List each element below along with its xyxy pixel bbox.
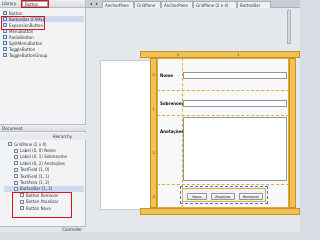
label-anotacoes: Anotações <box>160 129 184 134</box>
component-icon <box>3 35 7 39</box>
tab-gridpane[interactable]: GridPane <box>134 1 161 8</box>
grid-row-line <box>157 184 289 185</box>
buttonbar-icon <box>14 186 18 191</box>
row-index: 2 <box>152 151 155 155</box>
library-item[interactable]: ToggleButtonGroup <box>2 52 84 58</box>
anotacoes-textarea[interactable] <box>183 117 287 181</box>
component-icon <box>3 41 7 45</box>
column-guide-bottom[interactable] <box>140 208 300 215</box>
library-title: Library <box>2 1 16 6</box>
scene-builder-window: Library Button Button ButtonBar (FXML) E… <box>0 0 300 232</box>
row-guide-right[interactable] <box>289 58 296 208</box>
component-icon <box>3 47 7 51</box>
label-icon <box>14 161 18 166</box>
label-icon <box>14 154 18 159</box>
nav-forward-icon[interactable]: ▸ <box>94 1 100 7</box>
label-icon <box>14 148 18 153</box>
grid-row-line <box>157 90 289 91</box>
tab-buttonbar[interactable]: ButtonBar <box>237 1 271 8</box>
component-icon <box>3 53 7 57</box>
nome-textfield[interactable] <box>183 72 287 79</box>
tab-anchorpane-2[interactable]: AnchorPane <box>161 1 193 8</box>
controller-bar[interactable]: Controller <box>0 226 86 232</box>
row-index: 3 <box>152 195 155 199</box>
column-index: 1 <box>237 52 240 57</box>
column-guide-top[interactable]: 0 1 <box>140 51 300 58</box>
left-panel: Library Button Button ButtonBar (FXML) E… <box>0 0 86 232</box>
search-highlight-box <box>21 0 49 8</box>
row-index: 1 <box>152 107 155 111</box>
hierarchy-tab[interactable]: Hierarchy <box>0 133 86 140</box>
breadcrumb-tabbar: ◂ ▸ AnchorPane GridPane AnchorPane GridP… <box>86 0 300 8</box>
tree-highlight-box <box>12 192 72 218</box>
textarea-icon <box>14 180 18 185</box>
column-index: 0 <box>177 52 180 57</box>
buttonbar-highlight-box <box>1 16 45 30</box>
selection-outline <box>180 186 268 204</box>
tab-gridpane-2x4[interactable]: GridPane (2 x 4) <box>193 1 237 8</box>
sobrenome-textfield[interactable] <box>183 100 287 107</box>
row-index: 0 <box>152 73 155 77</box>
document-header: Document <box>0 124 86 132</box>
textfield-icon <box>14 174 18 179</box>
label-nome: Nome <box>160 73 173 78</box>
grid-row-line <box>157 115 289 116</box>
gridpane-icon <box>8 142 12 147</box>
textfield-icon <box>14 167 18 172</box>
label-sobrenome: Sobrenome <box>160 101 186 106</box>
row-guide-left[interactable]: 0 1 2 3 <box>150 58 157 208</box>
document-title: Document <box>2 125 23 131</box>
right-scrollbar[interactable] <box>287 10 291 44</box>
component-icon <box>3 11 7 15</box>
tab-anchorpane[interactable]: AnchorPane <box>102 1 134 8</box>
